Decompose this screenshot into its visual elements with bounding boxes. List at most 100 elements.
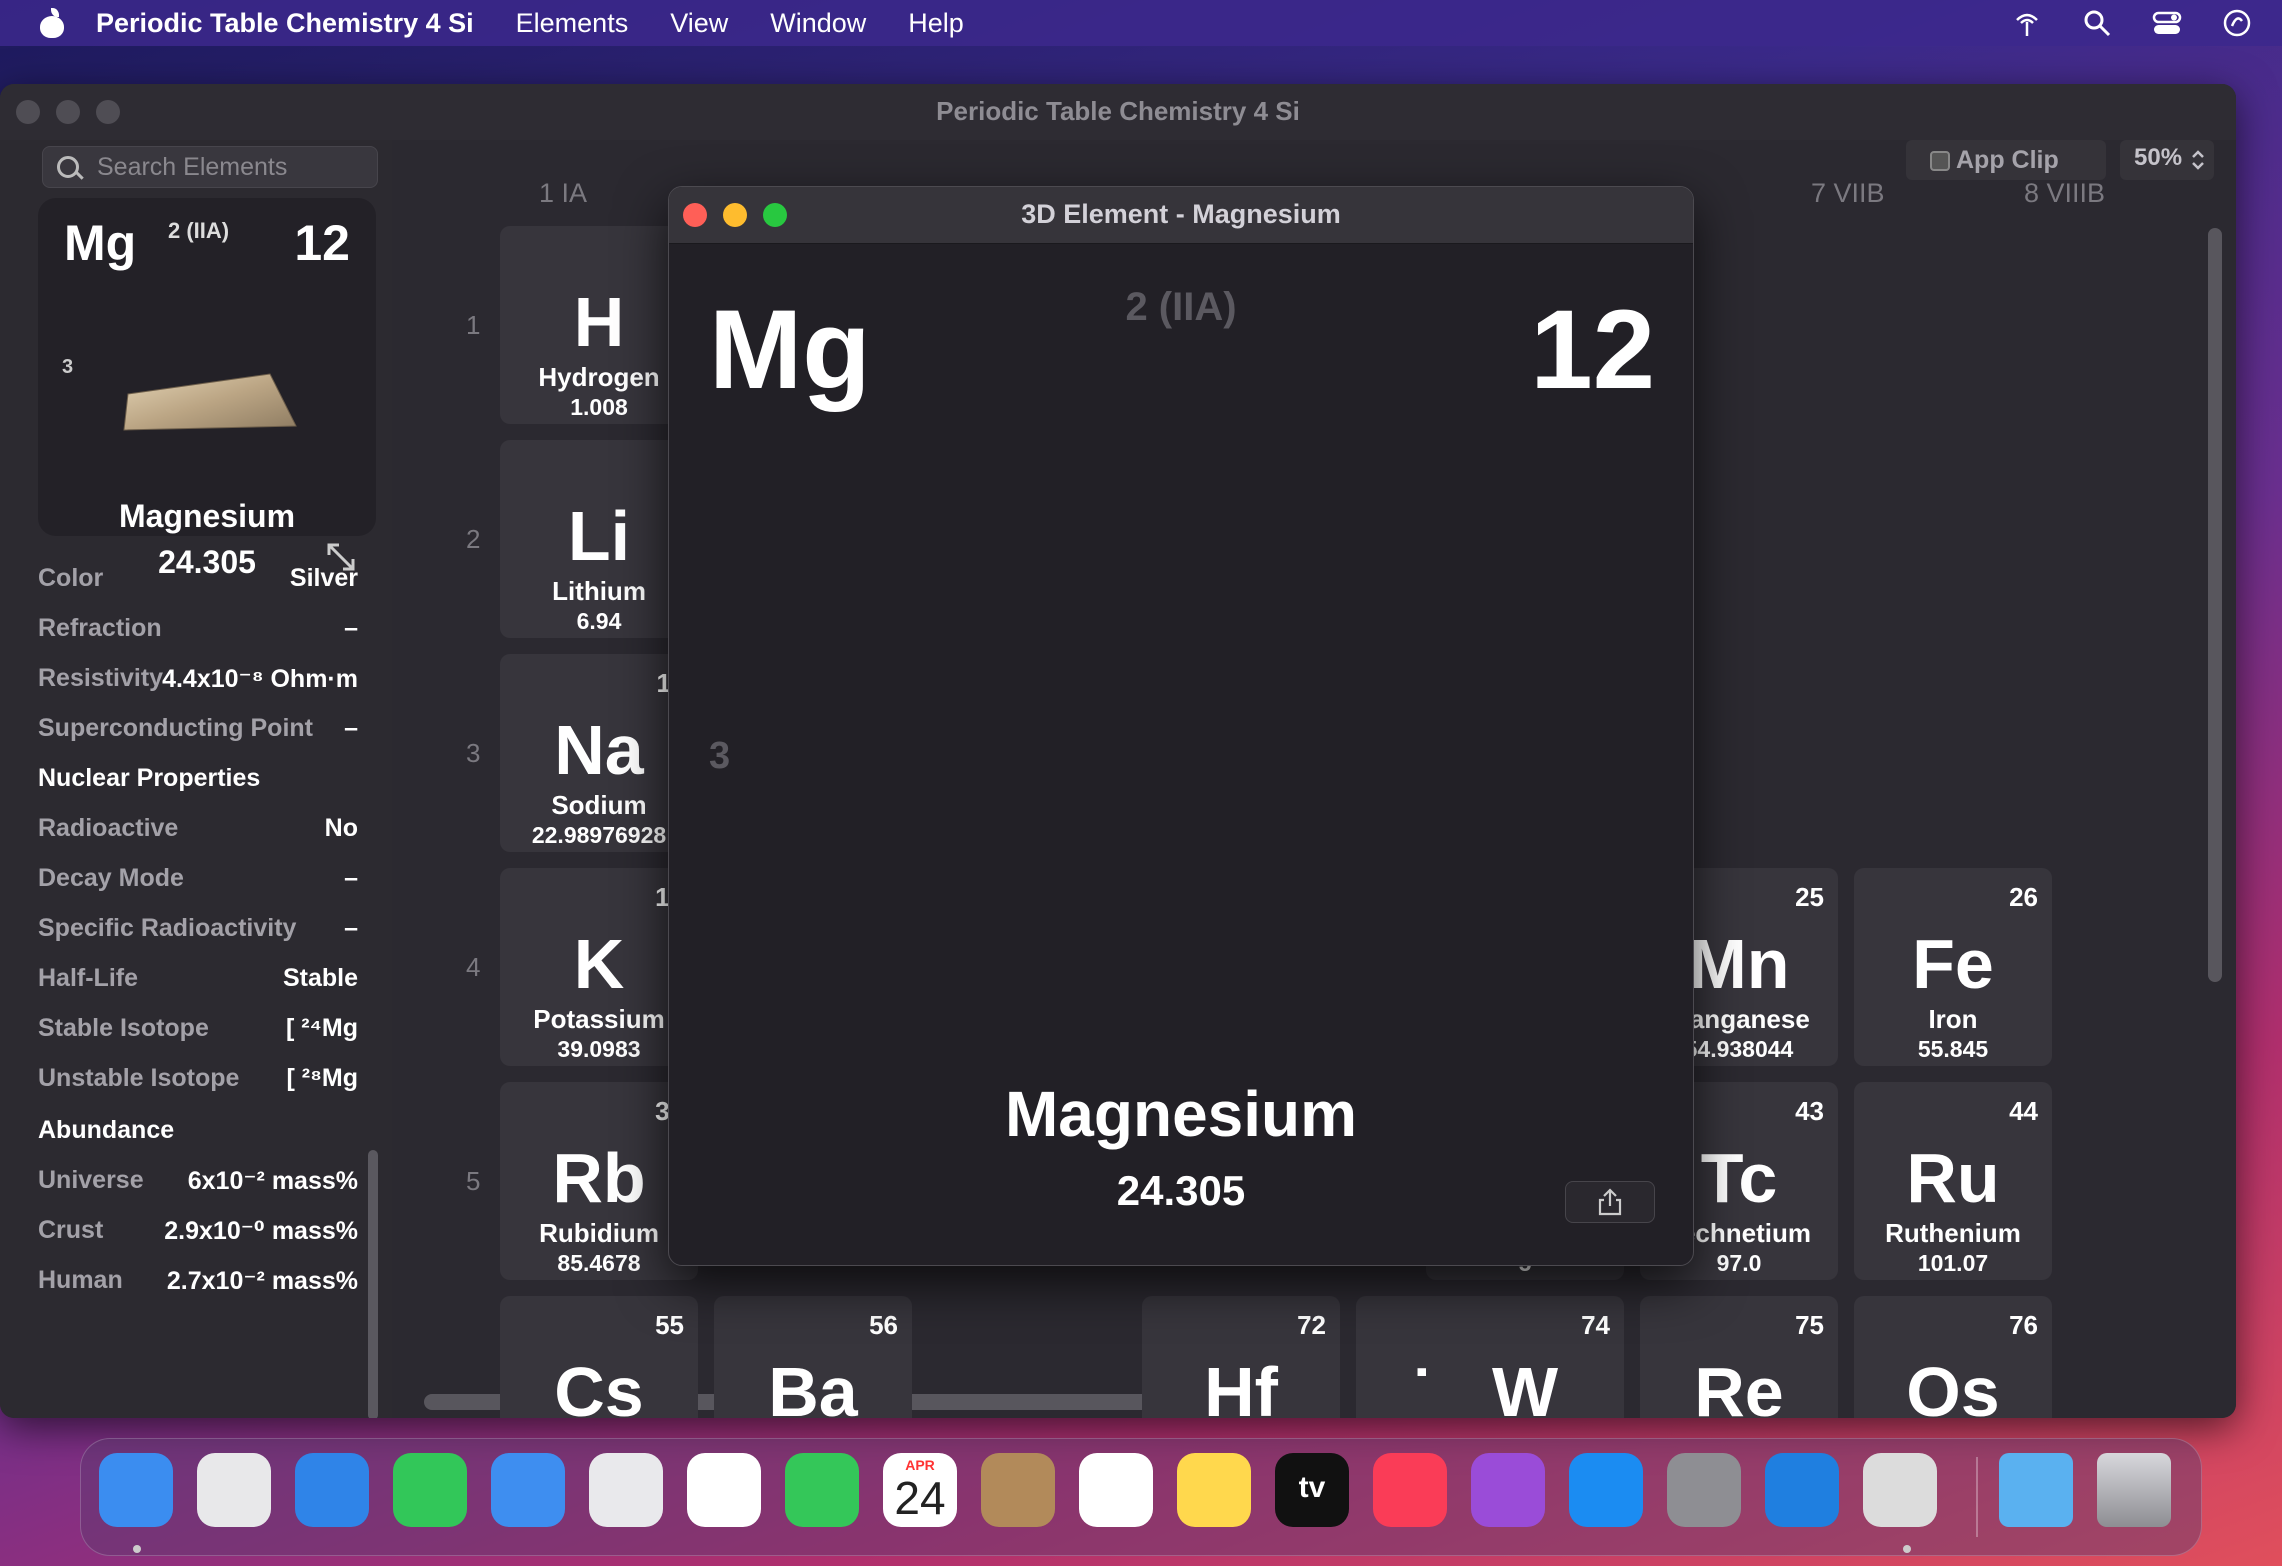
calendar-icon[interactable]: APR 24 — [883, 1453, 957, 1527]
tv-label: tv — [1298, 1471, 1326, 1504]
trash-icon[interactable] — [2097, 1453, 2171, 1527]
element-cell[interactable]: 56 Ba — [714, 1296, 912, 1418]
search-placeholder: Search Elements — [97, 153, 288, 181]
period-number: 1 — [466, 310, 481, 340]
menu-window[interactable]: Window — [770, 8, 866, 39]
music-icon[interactable] — [1373, 1453, 1447, 1527]
property-value: 2.7x10⁻² mass% — [166, 1267, 358, 1295]
element-sym: W — [1491, 1353, 1559, 1418]
dock-separator — [1976, 1457, 1978, 1537]
appletv-icon[interactable]: tv — [1275, 1453, 1349, 1527]
element-num: 56 — [869, 1310, 898, 1340]
airdrop-icon[interactable] — [2012, 8, 2042, 38]
property-label: Abundance — [38, 1116, 175, 1144]
maps-icon[interactable] — [589, 1453, 663, 1527]
property-value: 6x10⁻² mass% — [187, 1167, 358, 1195]
appstore-icon[interactable] — [1569, 1453, 1643, 1527]
magnesium-sample-image — [123, 373, 297, 431]
property-label: Nuclear Properties — [38, 764, 261, 792]
property-value: 2.9x10⁻⁰ mass% — [164, 1217, 358, 1245]
podcasts-icon[interactable] — [1471, 1453, 1545, 1527]
window-titlebar: Periodic Table Chemistry 4 Si — [0, 84, 2236, 141]
popup-element-name: Magnesium — [1004, 1078, 1358, 1150]
element-num: 55 — [655, 1310, 684, 1340]
apple-icon[interactable] — [38, 8, 66, 38]
property-value: – — [344, 914, 358, 942]
property-value: 4.4x10⁻⁸ Ohm·m — [162, 665, 358, 693]
group-header: 1 IA — [539, 178, 588, 208]
sidebar-scrollbar[interactable] — [368, 1150, 378, 1418]
period-number: 4 — [466, 952, 481, 982]
section-heading: Nuclear Properties — [38, 764, 358, 804]
element-sym: Os — [1906, 1353, 2000, 1418]
element-cell[interactable]: 76 Os — [1854, 1296, 2052, 1418]
app-clip-checkbox[interactable] — [1930, 151, 1950, 171]
sidebar: Search Elements Mg 2 (IIA) 12 3 Magnesiu… — [0, 140, 392, 1418]
popup-titlebar: 3D Element - Magnesium — [669, 187, 1693, 244]
notes-icon[interactable] — [1177, 1453, 1251, 1527]
property-label: Decay Mode — [38, 864, 184, 892]
property-value: Silver — [289, 564, 358, 592]
property-label: Refraction — [38, 614, 162, 642]
property-row: Stable Isotope [ ²⁴Mg — [38, 1014, 358, 1054]
property-value: – — [344, 864, 358, 892]
property-label: Specific Radioactivity — [38, 914, 297, 942]
menu-help[interactable]: Help — [908, 8, 964, 39]
group-header: 7 VIIB — [1811, 178, 1885, 208]
app-clip-label: App Clip — [1956, 146, 2059, 174]
card-group: 2 (IIA) — [168, 218, 230, 243]
menu-view[interactable]: View — [670, 8, 728, 39]
property-row: Superconducting Point – — [38, 714, 358, 754]
vertical-scrollbar[interactable] — [2208, 228, 2222, 982]
mail-icon[interactable] — [491, 1453, 565, 1527]
finder-icon[interactable] — [99, 1453, 173, 1527]
spotlight-search-icon[interactable] — [2082, 8, 2112, 38]
property-row: Radioactive No — [38, 814, 358, 854]
photos-icon[interactable] — [687, 1453, 761, 1527]
element-mass: 101.07 — [1917, 1250, 1989, 1276]
launchpad-icon[interactable] — [197, 1453, 271, 1527]
property-value: – — [344, 714, 358, 742]
messages-icon[interactable] — [393, 1453, 467, 1527]
control-center-icon[interactable] — [2152, 8, 2182, 38]
altimeter-icon[interactable] — [1765, 1453, 1839, 1527]
element-cell[interactable]: 44 Ru Ruthenium 101.07 — [1854, 1082, 2052, 1280]
popup-atomic-number: 12 — [1530, 287, 1655, 412]
stepper-arrows-icon — [2192, 150, 2204, 170]
period-number: 3 — [466, 738, 481, 768]
reminders-icon[interactable] — [1079, 1453, 1153, 1527]
property-label: Crust — [38, 1216, 104, 1244]
property-label: Stable Isotope — [38, 1014, 209, 1042]
element-cell[interactable]: 55 Cs — [500, 1296, 698, 1418]
element-name: Ruthenium — [1885, 1218, 2021, 1248]
element-num: 74 — [1581, 1310, 1610, 1340]
card-element-name: Magnesium — [118, 498, 296, 534]
periodic-table-icon[interactable] — [1863, 1453, 1937, 1527]
downloads-icon[interactable] — [1999, 1453, 2073, 1527]
menu-app-name[interactable]: Periodic Table Chemistry 4 Si — [96, 8, 474, 39]
safari-icon[interactable] — [295, 1453, 369, 1527]
element-cell[interactable]: 75 Re — [1640, 1296, 1838, 1418]
property-row: Specific Radioactivity – — [38, 914, 358, 954]
share-button[interactable] — [1565, 1181, 1655, 1223]
property-label: Universe — [38, 1166, 144, 1194]
menu-bar: Periodic Table Chemistry 4 Si Elements V… — [0, 0, 2282, 46]
element-sym: Ru — [1906, 1139, 2000, 1217]
popup-atomic-mass: 24.305 — [1116, 1167, 1246, 1214]
element-card[interactable]: Mg 2 (IIA) 12 3 Magnesium 24.305 — [38, 198, 376, 580]
property-row: Color Silver — [38, 564, 358, 604]
property-label: Unstable Isotope — [38, 1064, 240, 1092]
zoom-stepper[interactable]: 50% — [2120, 140, 2214, 180]
element-cell[interactable]: 72 Hf — [1142, 1296, 1340, 1418]
app-clip-toggle[interactable]: App Clip — [1906, 140, 2106, 180]
menu-elements[interactable]: Elements — [516, 8, 629, 39]
property-row: Half-Life Stable — [38, 964, 358, 1004]
property-row: Unstable Isotope [ ²⁸Mg — [38, 1064, 358, 1104]
settings-icon[interactable] — [1667, 1453, 1741, 1527]
facetime-icon[interactable] — [785, 1453, 859, 1527]
contacts-icon[interactable] — [981, 1453, 1055, 1527]
search-input[interactable]: Search Elements — [42, 146, 378, 188]
element-cell[interactable]: 74 W — [1426, 1296, 1624, 1418]
element-cell[interactable]: 26 Fe Iron 55.845 — [1854, 868, 2052, 1066]
siri-icon[interactable] — [2222, 8, 2252, 38]
